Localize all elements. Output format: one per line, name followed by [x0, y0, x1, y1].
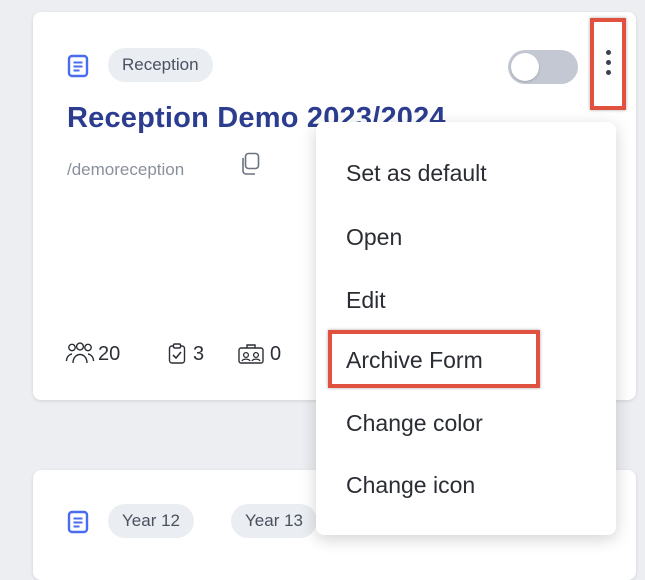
- document-icon: [67, 54, 89, 78]
- tag-badge: Reception: [108, 48, 213, 82]
- menu-item-open[interactable]: Open: [346, 224, 402, 251]
- menu-item-edit[interactable]: Edit: [346, 287, 386, 314]
- document-icon: [67, 510, 89, 534]
- menu-item-archive-form[interactable]: Archive Form: [346, 347, 483, 374]
- other-stat: 0: [237, 342, 281, 366]
- forms-stat: 3: [166, 342, 204, 366]
- kebab-icon: [606, 50, 611, 55]
- tag-badge: Year 13: [231, 504, 317, 538]
- copy-icon[interactable]: [239, 152, 261, 176]
- tag-badge: Year 12: [108, 504, 194, 538]
- clipboard-check-icon: [168, 343, 186, 364]
- forms-count: 3: [193, 342, 205, 365]
- toggle-knob: [511, 53, 539, 81]
- more-options-button[interactable]: [590, 18, 626, 110]
- menu-item-change-icon[interactable]: Change icon: [346, 472, 475, 499]
- badge-group-icon: [238, 344, 264, 364]
- context-menu: Set as default Open Edit Archive Form Ch…: [316, 122, 616, 535]
- other-count: 0: [270, 342, 282, 365]
- users-icon: [65, 342, 95, 364]
- active-toggle[interactable]: [508, 50, 578, 84]
- members-count: 20: [98, 342, 121, 365]
- form-slug: /demoreception: [67, 160, 185, 179]
- members-stat: 20: [65, 342, 120, 366]
- menu-item-change-color[interactable]: Change color: [346, 410, 483, 437]
- menu-item-set-default[interactable]: Set as default: [346, 160, 487, 187]
